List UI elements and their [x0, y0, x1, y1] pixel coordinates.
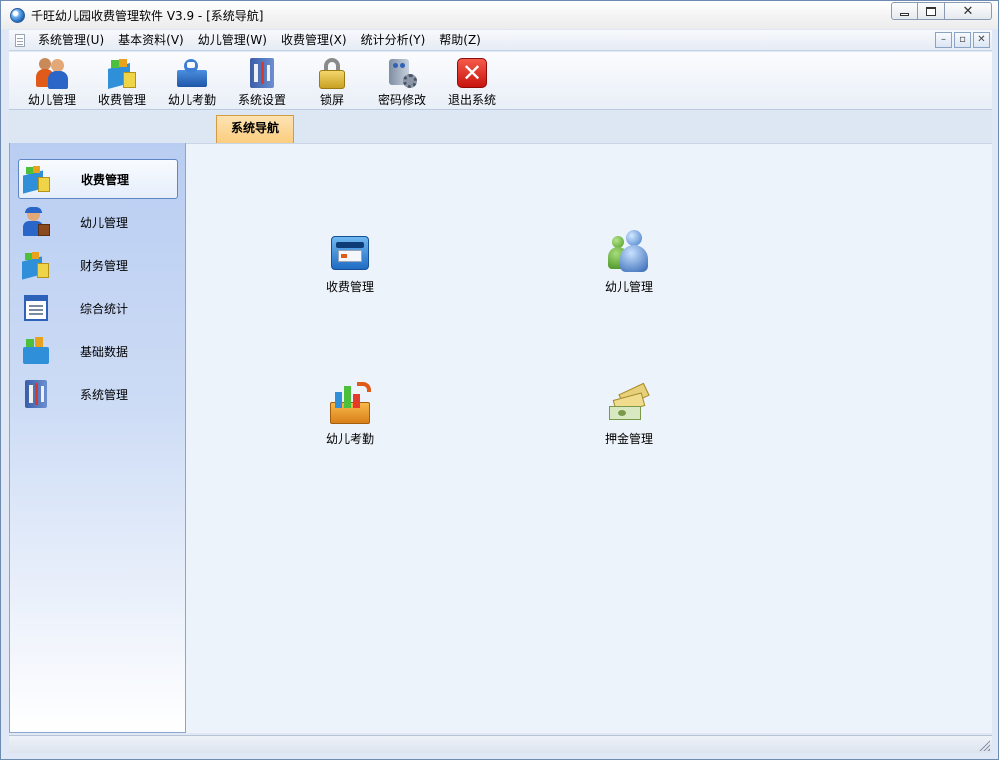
toolbar-lock-button[interactable]: 锁屏 — [297, 52, 367, 110]
mdi-restore-button[interactable]: ▫ — [954, 32, 971, 48]
close-icon: ✕ — [962, 3, 974, 19]
money-icon — [606, 382, 652, 428]
minimize-icon — [900, 12, 909, 16]
toolbar-child-button[interactable]: 幼儿管理 — [17, 52, 87, 110]
resize-grip-icon[interactable] — [978, 739, 990, 751]
tab-system-navigation[interactable]: 系统导航 — [216, 115, 294, 143]
menu-basic-data[interactable]: 基本资料(V) — [111, 31, 191, 50]
people-icon — [35, 56, 69, 90]
mdi-close-button[interactable]: ✕ — [973, 32, 990, 48]
nav-item-child[interactable]: 幼儿管理 — [18, 202, 178, 242]
toolbar-fee-button[interactable]: 收费管理 — [87, 52, 157, 110]
document-icon[interactable] — [15, 33, 25, 47]
minimize-button[interactable] — [891, 2, 918, 20]
window-title: 千旺幼儿园收费管理软件 V3.9 - [系统导航] — [31, 9, 264, 23]
toolbar-attendance-button[interactable]: 幼儿考勤 — [157, 52, 227, 110]
title-bar[interactable]: 千旺幼儿园收费管理软件 V3.9 - [系统导航] ✕ — [1, 1, 998, 29]
nav-item-system[interactable]: 系统管理 — [18, 374, 178, 414]
basic-data-icon — [20, 335, 52, 367]
exit-icon: ✕ — [455, 56, 489, 90]
toolbar-exit-button[interactable]: ✕ 退出系统 — [437, 52, 507, 110]
nav-item-finance[interactable]: 财务管理 — [18, 245, 178, 285]
fee-icon — [21, 163, 53, 195]
child-icon — [20, 206, 52, 238]
mdi-controls: – ▫ ✕ — [935, 32, 990, 48]
app-logo-icon — [10, 8, 25, 23]
main-panel: 收费管理 幼儿管理 幼儿考勤 押金管理 — [186, 143, 992, 733]
fee-icon — [105, 56, 139, 90]
main-item-attendance[interactable]: 幼儿考勤 — [305, 382, 395, 447]
maximize-button[interactable] — [918, 2, 945, 20]
menu-child[interactable]: 幼儿管理(W) — [191, 31, 274, 50]
main-item-fee[interactable]: 收费管理 — [305, 230, 395, 295]
maximize-icon — [926, 6, 936, 16]
toolbar: 幼儿管理 收费管理 幼儿考勤 系统设置 锁屏 密码修改 ✕ 退出系统 — [9, 52, 992, 110]
users-icon — [606, 230, 652, 276]
toolbar-settings-button[interactable]: 系统设置 — [227, 52, 297, 110]
menu-bar: 系统管理(U) 基本资料(V) 幼儿管理(W) 收费管理(X) 统计分析(Y) … — [9, 30, 992, 51]
password-icon — [385, 56, 419, 90]
main-item-deposit[interactable]: 押金管理 — [584, 382, 674, 447]
nav-item-basic-data[interactable]: 基础数据 — [18, 331, 178, 371]
tab-strip: 系统导航 — [9, 111, 992, 143]
nav-panel: 收费管理 幼儿管理 财务管理 综合统计 基础数据 系统管理 — [9, 143, 186, 733]
attendance-icon — [175, 56, 209, 90]
statistics-icon — [20, 292, 52, 324]
chart-box-icon — [327, 382, 373, 428]
settings-icon — [245, 56, 279, 90]
menu-statistics[interactable]: 统计分析(Y) — [354, 31, 433, 50]
mdi-minimize-button[interactable]: – — [935, 32, 952, 48]
toolbar-password-button[interactable]: 密码修改 — [367, 52, 437, 110]
nav-item-statistics[interactable]: 综合统计 — [18, 288, 178, 328]
system-icon — [20, 378, 52, 410]
app-window: 千旺幼儿园收费管理软件 V3.9 - [系统导航] ✕ 系统管理(U) 基本资料… — [0, 0, 999, 760]
finance-icon — [20, 249, 52, 281]
menu-system[interactable]: 系统管理(U) — [31, 31, 111, 50]
lock-icon — [315, 56, 349, 90]
window-controls: ✕ — [891, 2, 992, 20]
menu-help[interactable]: 帮助(Z) — [432, 31, 488, 50]
nav-item-fee[interactable]: 收费管理 — [18, 159, 178, 199]
close-button[interactable]: ✕ — [945, 2, 992, 20]
menu-fee[interactable]: 收费管理(X) — [274, 31, 354, 50]
main-item-child[interactable]: 幼儿管理 — [584, 230, 674, 295]
cash-register-icon — [327, 230, 373, 276]
status-bar — [9, 735, 992, 753]
